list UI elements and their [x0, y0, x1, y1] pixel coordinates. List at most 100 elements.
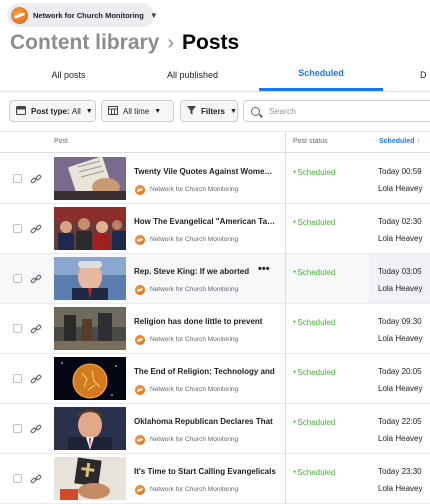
post-title[interactable]: Religion has done little to prevent — [134, 317, 276, 326]
table-row[interactable]: Rep. Steve King: If we aborted ••• Network… — [0, 254, 430, 304]
post-title[interactable]: How The Evangelical "American Taliban" — [134, 217, 276, 226]
scheduled-by: Lola Heavey — [378, 334, 423, 343]
column-header-post: Post — [54, 138, 69, 145]
tab-bar: All posts All published Scheduled D — [0, 58, 430, 92]
row-checkbox[interactable] — [13, 324, 22, 333]
column-header-scheduled[interactable]: Scheduled ↑ — [379, 138, 420, 145]
time-range-dropdown[interactable]: All time ▼ — [101, 100, 174, 122]
link-icon — [30, 222, 42, 234]
post-type-dropdown[interactable]: Post type: All ▼ — [9, 100, 96, 122]
page-selector[interactable]: Network for Church Monitoring ▼ — [7, 3, 158, 27]
scheduled-time: Today 09:30 — [378, 317, 422, 326]
post-title[interactable]: It's Time to Start Calling Evangelicals — [134, 467, 276, 476]
filters-label: Filters — [201, 106, 226, 116]
status-badge: Scheduled — [293, 368, 335, 377]
link-icon — [30, 422, 42, 434]
post-page-name: Network for Church Monitoring — [150, 486, 239, 493]
breadcrumb-separator-icon: › — [167, 31, 175, 54]
table-row[interactable]: Twenty Vile Quotes Against Women in the … — [0, 154, 430, 204]
breadcrumb: Content library › Posts — [10, 30, 239, 56]
scheduled-time: Today 22:05 — [378, 417, 422, 426]
scheduled-cell — [369, 404, 430, 453]
post-page-name: Network for Church Monitoring — [150, 286, 239, 293]
page-logo-icon — [11, 6, 28, 24]
table-header: Post Post status Scheduled ↑ — [0, 131, 430, 153]
post-page-name: Network for Church Monitoring — [150, 186, 239, 193]
scheduled-by: Lola Heavey — [378, 484, 423, 493]
scheduled-cell — [369, 204, 430, 253]
post-title[interactable]: Rep. Steve King: If we aborted — [134, 267, 276, 276]
post-thumbnail[interactable] — [54, 407, 126, 450]
scheduled-by: Lola Heavey — [378, 384, 423, 393]
link-icon — [30, 322, 42, 334]
table-row[interactable]: It's Time to Start Calling Evangelicals N… — [0, 454, 430, 504]
page-logo-icon — [135, 285, 145, 295]
status-badge: Scheduled — [293, 418, 335, 427]
scheduled-time: Today 03:05 — [378, 267, 422, 276]
page-logo-icon — [135, 335, 145, 345]
table-row[interactable]: Oklahoma Republican Declares That Network… — [0, 404, 430, 454]
time-range-label: All time — [123, 106, 150, 116]
column-header-status: Post status — [293, 138, 328, 145]
post-type-label: Post type: — [31, 106, 70, 116]
post-type-value: All — [71, 106, 81, 116]
row-checkbox[interactable] — [13, 424, 22, 433]
post-thumbnail[interactable] — [54, 207, 126, 250]
chevron-down-icon: ▼ — [149, 10, 158, 20]
scheduled-cell — [369, 304, 430, 353]
status-badge: Scheduled — [293, 318, 335, 327]
row-checkbox[interactable] — [13, 174, 22, 183]
page-name: Network for Church Monitoring — [33, 10, 144, 20]
calendar-icon — [108, 105, 118, 117]
status-badge: Scheduled — [293, 468, 335, 477]
link-icon — [30, 372, 42, 384]
post-thumbnail[interactable] — [54, 457, 126, 500]
table-row[interactable]: The End of Religion: Technology and Netwo… — [0, 354, 430, 404]
page-logo-icon — [135, 435, 145, 445]
chevron-down-icon: ▼ — [85, 107, 93, 115]
page-logo-icon — [135, 185, 145, 195]
page-logo-icon — [135, 385, 145, 395]
page-logo-icon — [135, 485, 145, 495]
filters-button[interactable]: Filters ▼ — [180, 100, 238, 122]
search-placeholder: Search — [269, 106, 296, 116]
post-title[interactable]: Twenty Vile Quotes Against Women in the … — [134, 167, 276, 176]
breadcrumb-content-library[interactable]: Content library — [10, 31, 159, 55]
post-title[interactable]: The End of Religion: Technology and — [134, 367, 276, 376]
post-title[interactable]: Oklahoma Republican Declares That — [134, 417, 276, 426]
status-badge: Scheduled — [293, 218, 335, 227]
post-page-name: Network for Church Monitoring — [150, 386, 239, 393]
row-checkbox[interactable] — [13, 274, 22, 283]
page-logo-icon — [135, 235, 145, 245]
status-badge: Scheduled — [293, 268, 335, 277]
link-icon — [30, 472, 42, 484]
filter-icon — [187, 105, 196, 117]
chevron-down-icon: ▼ — [154, 107, 162, 115]
scheduled-cell — [369, 454, 430, 503]
post-thumbnail[interactable] — [54, 357, 126, 400]
chevron-down-icon: ▼ — [230, 107, 237, 115]
post-page-name: Network for Church Monitoring — [150, 236, 239, 243]
row-checkbox[interactable] — [13, 474, 22, 483]
search-input[interactable]: Search — [243, 100, 430, 122]
post-thumbnail[interactable] — [54, 307, 126, 350]
tab-scheduled[interactable]: Scheduled — [259, 58, 383, 91]
tab-all-posts[interactable]: All posts — [0, 58, 137, 91]
scheduled-cell — [369, 154, 430, 203]
status-badge: Scheduled — [293, 168, 335, 177]
link-icon — [30, 172, 42, 184]
row-checkbox[interactable] — [13, 374, 22, 383]
tab-drafts[interactable]: D — [420, 58, 430, 91]
table-row[interactable]: How The Evangelical "American Taliban" Ne… — [0, 204, 430, 254]
scheduled-by: Lola Heavey — [378, 284, 423, 293]
post-thumbnail[interactable] — [54, 157, 126, 200]
toolbar: Post type: All ▼ All time ▼ Filters ▼ Se… — [0, 100, 430, 122]
post-thumbnail[interactable] — [54, 257, 126, 300]
scheduled-cell — [369, 354, 430, 403]
search-icon — [251, 106, 260, 116]
scheduled-time: Today 23:30 — [378, 467, 422, 476]
table-row[interactable]: Religion has done little to prevent Netwo… — [0, 304, 430, 354]
tab-all-published[interactable]: All published — [124, 58, 261, 91]
row-checkbox[interactable] — [13, 224, 22, 233]
more-options-icon[interactable]: ••• — [258, 263, 270, 275]
